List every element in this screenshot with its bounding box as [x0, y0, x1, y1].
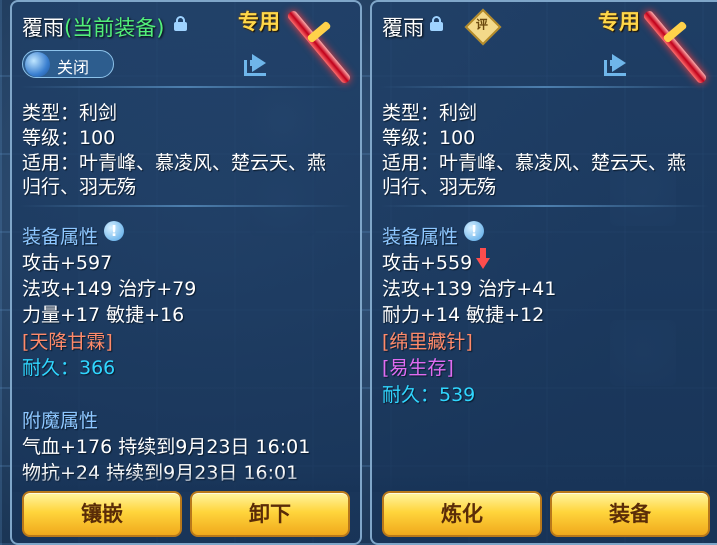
item-type: 类型：利剑 [22, 102, 118, 124]
magic-heal-stat: 法攻+149 治疗+79 [22, 278, 197, 300]
display-toggle[interactable]: 关闭 [22, 50, 114, 78]
exclusive-label: 专用 [598, 10, 640, 34]
item-name: 覆雨 [22, 16, 64, 40]
attack-stat: 攻击+597 [22, 252, 113, 274]
rate-badge-label: 评 [475, 17, 488, 32]
item-applicable: 适用：叶青峰、慕凌风、楚云天、燕 [22, 152, 327, 174]
refine-button[interactable]: 炼化 [382, 491, 542, 537]
toggle-label: 关闭 [57, 58, 90, 77]
lock-icon[interactable] [430, 16, 443, 31]
durability: 耐久：366 [22, 357, 116, 379]
special-skill: [绵里藏针] [382, 331, 473, 353]
magic-heal-stat: 法攻+139 治疗+41 [382, 278, 557, 300]
attack-stat: 攻击+559 [382, 252, 473, 274]
rate-badge-icon[interactable]: 评 [464, 8, 502, 46]
item-level: 等级：100 [22, 127, 116, 149]
exclusive-label: 专用 [238, 10, 280, 34]
attr-header: 装备属性 [382, 226, 459, 248]
down-arrow-icon [476, 248, 490, 270]
equipped-item-panel: 覆雨(当前装备) 专用 关闭 类型：利剑 等级：100 适用：叶青峰、慕凌风、楚… [10, 0, 362, 545]
special-skill: [易生存] [382, 357, 454, 379]
end-agi-stat: 耐力+14 敏捷+12 [382, 304, 545, 326]
equip-button[interactable]: 装备 [550, 491, 710, 537]
item-title: 覆雨 [382, 12, 424, 42]
toggle-knob [25, 52, 50, 77]
item-applicable-cont: 归行、羽无殇 [382, 176, 497, 198]
inlay-button[interactable]: 镶嵌 [22, 491, 182, 537]
info-icon[interactable]: ! [464, 221, 484, 241]
attr-header: 装备属性 [22, 226, 99, 248]
compare-item-panel: 覆雨 评 专用 类型：利剑 等级：100 适用：叶青峰、慕凌风、楚云天、燕 归行… [370, 0, 717, 545]
share-icon[interactable] [244, 54, 274, 78]
enchant-header: 附魔属性 [22, 410, 99, 432]
weapon-icon [284, 8, 354, 88]
divider [380, 205, 709, 207]
unequip-button[interactable]: 卸下 [190, 491, 350, 537]
scroll-fade [372, 472, 717, 492]
info-icon[interactable]: ! [104, 221, 124, 241]
enchant-line: 气血+176 持续到9月23日 16:01 [22, 436, 311, 458]
lock-icon[interactable] [174, 16, 187, 31]
divider [20, 205, 352, 207]
divider [380, 86, 709, 88]
item-title: 覆雨(当前装备) [22, 12, 164, 42]
weapon-icon [640, 8, 710, 88]
divider [20, 86, 352, 88]
special-skill: [天降甘霖] [22, 331, 113, 353]
scroll-fade [12, 472, 360, 492]
item-applicable: 适用：叶青峰、慕凌风、楚云天、燕 [382, 152, 687, 174]
item-type: 类型：利剑 [382, 102, 478, 124]
item-applicable-cont: 归行、羽无殇 [22, 176, 137, 198]
str-agi-stat: 力量+17 敏捷+16 [22, 304, 185, 326]
equipped-tag: (当前装备) [64, 16, 165, 40]
item-level: 等级：100 [382, 127, 476, 149]
item-name: 覆雨 [382, 16, 424, 40]
share-icon[interactable] [604, 54, 634, 78]
durability: 耐久：539 [382, 384, 476, 406]
